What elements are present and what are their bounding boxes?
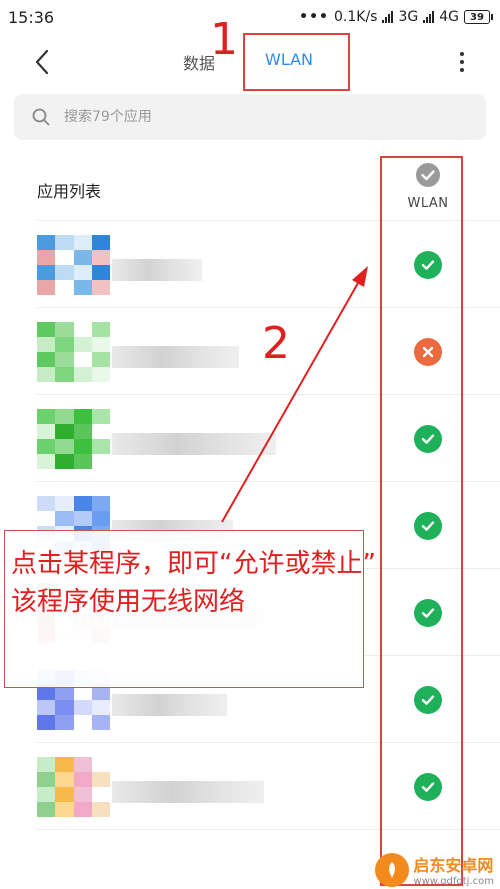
annotation-note-line-1: 点击某程序，即可“允许或禁止” <box>11 549 376 579</box>
annotation-note: 点击某程序，即可“允许或禁止” 该程序使用无线网络 <box>4 530 376 688</box>
more-dot-icon <box>460 68 464 72</box>
network-3g: 3G <box>398 9 419 25</box>
watermark-url: www.qdfdtj.com <box>413 876 494 887</box>
annotation-note-line-2: 该程序使用无线网络 <box>11 587 246 617</box>
watermark-logo-icon <box>375 852 410 887</box>
app-name-redacted <box>112 259 202 281</box>
annotation-step-1: 1 <box>210 14 238 65</box>
more-button[interactable] <box>452 48 472 76</box>
app-name-redacted <box>112 694 227 716</box>
notification-dots: ••• <box>299 9 329 25</box>
battery-icon: 39 <box>464 10 493 24</box>
network-speed: 0.1K/s <box>334 9 378 25</box>
annotation-box-wlan-column <box>380 156 463 886</box>
more-dot-icon <box>460 60 464 64</box>
search-bar[interactable] <box>14 94 486 140</box>
annotation-step-2: 2 <box>262 318 290 369</box>
status-bar: 15:36 ••• 0.1K/s 3G 4G 39 <box>0 0 500 34</box>
watermark: 启东安卓网 www.qdfdtj.com <box>375 852 494 887</box>
app-name-redacted <box>112 781 264 803</box>
chevron-left-icon <box>35 49 49 75</box>
network-4g: 4G <box>439 9 459 25</box>
app-icon <box>37 757 110 817</box>
search-input[interactable] <box>64 109 444 125</box>
status-time: 15:36 <box>8 7 55 27</box>
more-dot-icon <box>460 52 464 56</box>
signal-icon <box>382 11 394 23</box>
battery-level: 39 <box>470 11 484 23</box>
app-name-redacted <box>112 433 276 455</box>
list-title: 应用列表 <box>37 182 102 201</box>
status-indicators: ••• 0.1K/s 3G 4G 39 <box>299 9 493 25</box>
signal-hd-icon <box>423 11 435 23</box>
app-name-redacted <box>112 346 239 368</box>
search-icon <box>32 108 50 126</box>
back-button[interactable] <box>26 46 58 78</box>
app-icon <box>37 409 110 469</box>
app-icon <box>37 322 110 382</box>
app-icon <box>37 235 110 295</box>
watermark-name: 启东安卓网 <box>413 856 494 875</box>
annotation-box-wlan-tab <box>243 33 350 91</box>
